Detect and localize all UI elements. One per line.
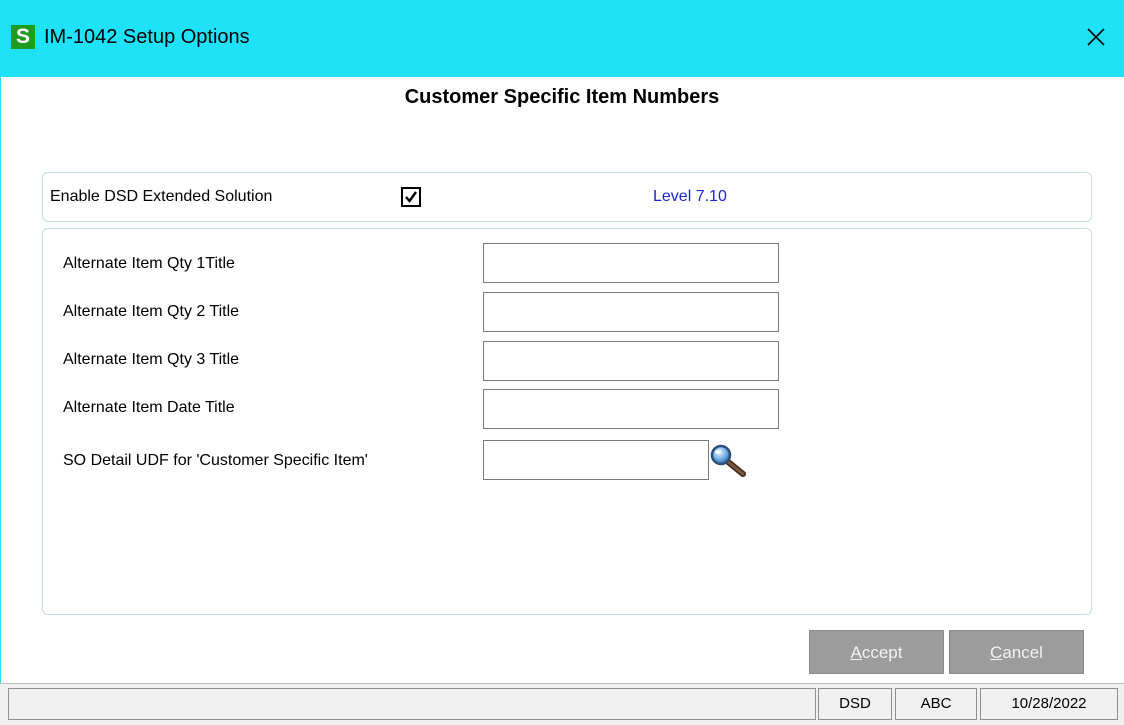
so-detail-udf-input[interactable] — [483, 440, 709, 480]
enable-dsd-label: Enable DSD Extended Solution — [50, 188, 273, 205]
status-module: DSD — [818, 688, 892, 720]
status-message — [8, 688, 816, 720]
title-bar: S IM-1042 Setup Options — [0, 0, 1124, 77]
alt-qty-1-title-label: Alternate Item Qty 1Title — [63, 255, 235, 272]
cancel-button[interactable]: Cancel — [949, 630, 1084, 674]
accept-button[interactable]: Accept — [809, 630, 944, 674]
close-button[interactable] — [1068, 0, 1124, 74]
alt-qty-3-title-input[interactable] — [483, 341, 779, 381]
alt-qty-1-title-input[interactable] — [483, 243, 779, 283]
accept-accelerator: A — [850, 643, 862, 662]
cancel-accelerator: C — [990, 643, 1003, 662]
alt-date-title-label: Alternate Item Date Title — [63, 399, 235, 416]
accept-label: ccept — [861, 643, 903, 662]
alt-date-title-input[interactable] — [483, 389, 779, 429]
window-title: IM-1042 Setup Options — [44, 26, 250, 48]
close-icon — [1087, 28, 1105, 46]
alt-qty-2-title-input[interactable] — [483, 292, 779, 332]
app-icon: S — [11, 25, 35, 49]
status-company: ABC — [895, 688, 977, 720]
level-label: Level 7.10 — [653, 188, 727, 205]
page-title: Customer Specific Item Numbers — [404, 86, 720, 108]
udf-lookup-button[interactable] — [710, 444, 748, 478]
alt-qty-3-title-label: Alternate Item Qty 3 Title — [63, 351, 240, 368]
search-icon — [710, 444, 746, 477]
cancel-label: ancel — [1002, 643, 1043, 662]
checkmark-icon — [405, 191, 417, 203]
enable-dsd-checkbox[interactable] — [401, 187, 421, 207]
status-date: 10/28/2022 — [980, 688, 1118, 720]
so-detail-udf-label: SO Detail UDF for 'Customer Specific Ite… — [63, 452, 368, 469]
alt-qty-2-title-label: Alternate Item Qty 2 Title — [63, 303, 240, 320]
